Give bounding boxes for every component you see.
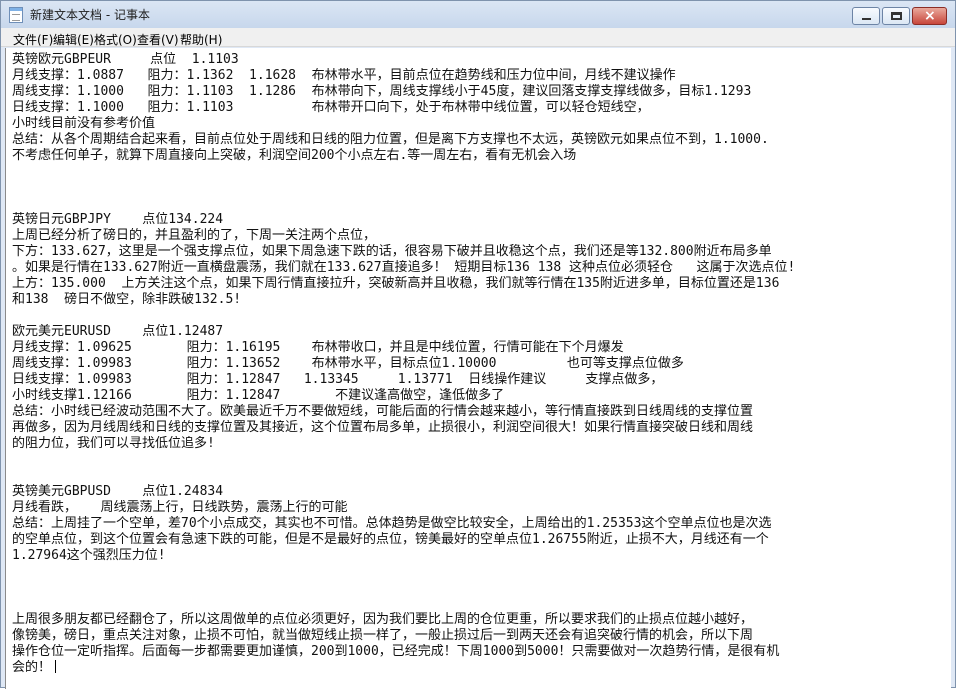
text-line: 月线支撑：1.0887 阻力：1.1362 1.1628 布林带水平，目前点位在… [12, 68, 676, 83]
text-line: 会的！ [12, 660, 946, 676]
text-line-content: 会的！ [12, 660, 52, 675]
text-line: 再做多，因为月线周线和日线的支撑位置及其接近，这个位置布局多单，止损很小，利润空… [12, 420, 754, 435]
text-line: 1.27964这个强烈压力位! [12, 548, 166, 563]
text-line: 上周很多朋友都已经翻仓了，所以这周做单的点位必须更好，因为我们要比上周的仓位更重… [12, 612, 754, 627]
text-line: 英镑日元GBPJPY 点位134.224 [12, 212, 224, 227]
text-line: 操作仓位一定听指挥。后面每一步都需要更加谨慎，200到1000，已经完成！下周1… [12, 644, 780, 659]
text-line: 月线看跌， 周线震荡上行，日线跌势，震荡上行的可能 [12, 500, 348, 515]
text-line: 月线支撑：1.09625 阻力：1.16195 布林带收口，并且是中线位置，行情… [12, 340, 624, 355]
text-line: 不考虑任何单子，就算下周直接向上突破，利润空间200个小点左右.等一周左右，看有… [12, 148, 577, 163]
text-line: 日线支撑：1.1000 阻力：1.1103 布林带开口向下，处于布林带中线位置，… [12, 100, 650, 115]
text-line [12, 164, 946, 180]
text-line: 上周已经分析了磅日的，并且盈利的了，下周一关注两个点位， [12, 228, 377, 243]
text-line: 周线支撑：1.09983 阻力：1.13652 布林带水平，目标点位1.1000… [12, 356, 684, 371]
text-line [12, 180, 946, 196]
menu-file[interactable]: 文件(F) [13, 31, 53, 48]
text-line: 英镑美元GBPUSD 点位1.24834 [12, 484, 224, 499]
text-line [12, 196, 946, 212]
text-line: 下方：133.627，这里是一个强支撑点位，如果下周急速下跌的话，很容易下破并且… [12, 244, 772, 259]
minimize-button[interactable] [852, 7, 880, 25]
text-line [12, 580, 946, 596]
text-line [12, 564, 946, 580]
text-line: 小时线目前没有参考价值 [12, 116, 156, 131]
notepad-window: 新建文本文档 - 记事本 × 文件(F) 编辑(E) 格式(O) 查看(V) 帮… [0, 0, 956, 689]
document-content: 英镑欧元GBPEUR 点位 1.1103 月线支撑：1.0887 阻力：1.13… [12, 52, 946, 676]
close-button[interactable]: × [912, 7, 947, 25]
menu-edit[interactable]: 编辑(E) [53, 31, 94, 48]
menu-bar: 文件(F) 编辑(E) 格式(O) 查看(V) 帮助(H) [1, 28, 955, 47]
text-line: 周线支撑：1.1000 阻力：1.1103 1.1286 布林带向下，周线支撑线… [12, 84, 752, 99]
menu-view[interactable]: 查看(V) [137, 31, 179, 48]
title-bar[interactable]: 新建文本文档 - 记事本 × [1, 1, 955, 28]
close-icon: × [924, 8, 936, 24]
text-line [12, 308, 946, 324]
text-line: 总结：上周挂了一个空单，差70个小点成交，其实也不可惜。总体趋势是做空比较安全，… [12, 516, 772, 531]
text-line: 日线支撑：1.09983 阻力：1.12847 1.13345 1.13771 … [12, 372, 664, 387]
notepad-icon [9, 7, 23, 23]
maximize-icon [891, 12, 902, 20]
window-title: 新建文本文档 - 记事本 [30, 8, 150, 22]
text-line: 上方：135.000 上方关注这个点，如果下周行情直接拉升，突破新高并且收稳，我… [12, 276, 780, 291]
text-line: 欧元美元EURUSD 点位1.12487 [12, 324, 224, 339]
menu-help[interactable]: 帮助(H) [180, 31, 222, 48]
text-line [12, 452, 946, 468]
text-cursor [55, 660, 57, 673]
text-line: 的空单点位，到这个位置会有急速下跌的可能，但是不是最好的点位，镑美最好的空单点位… [12, 532, 769, 547]
maximize-button[interactable] [882, 7, 910, 25]
menu-format[interactable]: 格式(O) [94, 31, 137, 48]
text-line: 像镑美，磅日，重点关注对象，止损不可怕，就当做短线止损一样了，一般止损过后一到两… [12, 628, 754, 643]
text-line: 的阻力位，我们可以寻找低位追多! [12, 436, 215, 451]
text-line: 小时线支撑1.12166 阻力：1.12847 不建议逢高做空，逢低做多了 [12, 388, 505, 403]
text-line: 总结：小时线已经波动范围不大了。欧美最近千万不要做短线，可能后面的行情会越来越小… [12, 404, 754, 419]
text-editor[interactable]: 英镑欧元GBPEUR 点位 1.1103 月线支撑：1.0887 阻力：1.13… [5, 48, 951, 689]
minimize-icon [862, 18, 871, 20]
text-line: 英镑欧元GBPEUR 点位 1.1103 [12, 52, 239, 67]
text-line [12, 596, 946, 612]
text-line: 。如果是行情在133.627附近一直横盘震荡，我们就在133.627直接追多！ … [12, 260, 796, 275]
text-line: 和138 磅日不做空，除非跌破132.5! [12, 292, 242, 307]
text-line [12, 468, 946, 484]
text-line: 总结：从各个周期结合起来看，目前点位处于周线和日线的阻力位置，但是离下方支撑也不… [12, 132, 769, 147]
